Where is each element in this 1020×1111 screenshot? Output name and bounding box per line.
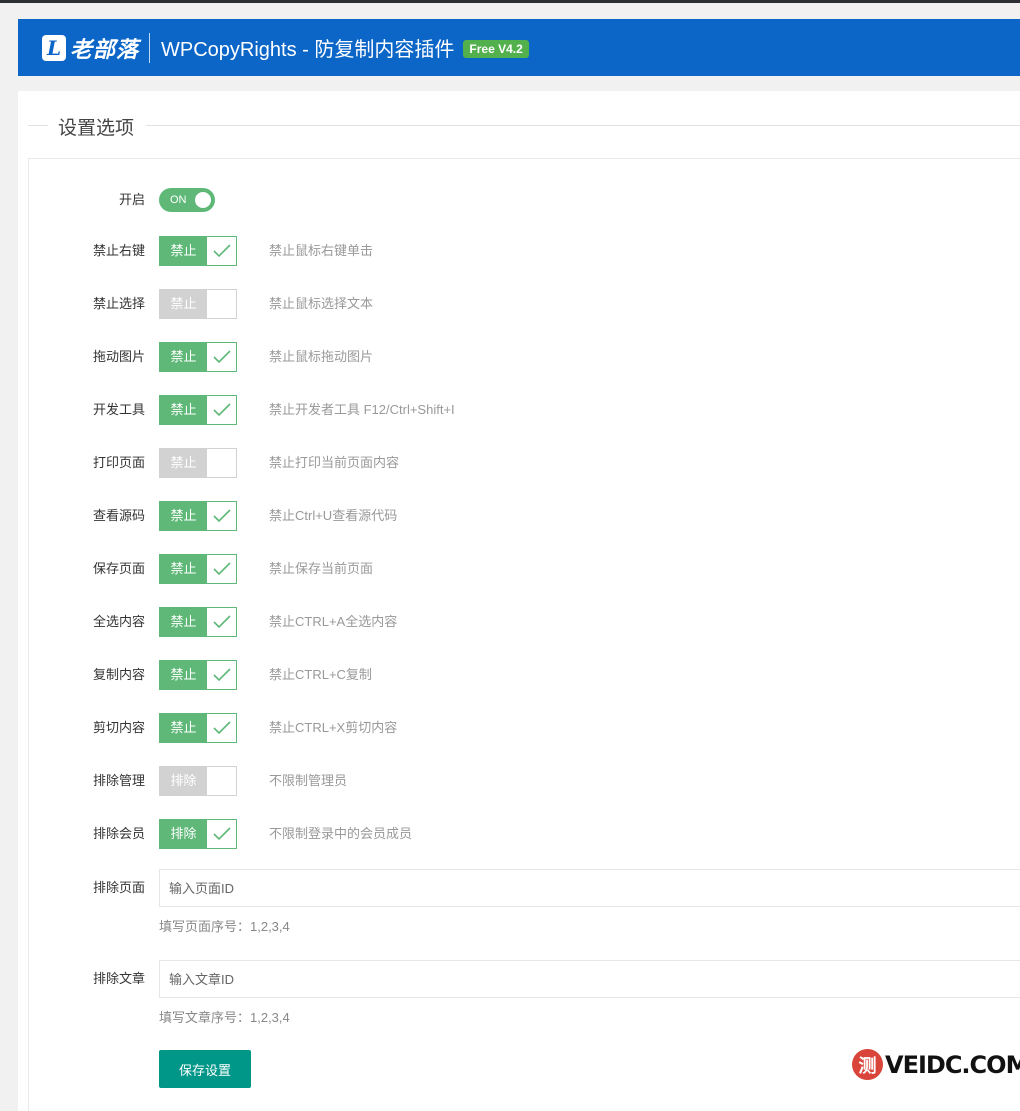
option-label: 排除会员 [92,826,145,841]
checkbox-tag: 禁止 [160,449,207,477]
settings-form: 开启 ON 禁止右键 禁止 禁止鼠标右键单击 禁止选择 禁止 禁止鼠标选择文本 拖动图片 禁止… [28,158,1020,1111]
option-description: 禁止CTRL+X剪切内容 [269,720,398,735]
option-description: 禁止打印当前页面内容 [269,455,400,470]
option-row-select: 禁止选择 禁止 禁止鼠标选择文本 [29,289,1020,319]
checkbox-tag: 排除 [160,820,207,848]
check-icon [213,403,231,417]
option-checkbox-cut[interactable]: 禁止 [159,713,237,743]
exclude-posts-help: 填写文章序号：1,2,3,4 [159,1010,290,1025]
checkbox-tag: 禁止 [160,502,207,530]
option-checkbox-save-page[interactable]: 禁止 [159,554,237,584]
switch-knob [195,192,211,208]
check-icon [213,615,231,629]
exclude-posts-input[interactable] [159,960,1020,998]
watermark-mark: 测 [852,1049,883,1080]
option-row-drag-image: 拖动图片 禁止 禁止鼠标拖动图片 [29,342,1020,372]
settings-panel: 设置选项 开启 ON 禁止右键 禁止 禁止鼠标右键单击 禁止选择 禁止 禁止鼠标选择文本拖… [18,91,1020,1111]
option-description: 禁止CTRL+C复制 [269,667,372,682]
checkbox-tag: 禁止 [160,396,207,424]
checkbox-tag: 排除 [160,767,207,795]
enable-switch-state: ON [170,194,187,206]
checkbox-tag: 禁止 [160,237,207,265]
check-icon [213,562,231,576]
option-label: 查看源码 [92,508,145,523]
enable-row: 开启 ON [29,187,1020,213]
option-row-print: 打印页面 禁止 禁止打印当前页面内容 [29,448,1020,478]
check-icon [213,721,231,735]
version-badge: Free V4.2 [463,40,529,58]
option-description: 禁止鼠标选择文本 [269,296,374,311]
option-description: 禁止鼠标拖动图片 [269,349,374,364]
check-icon [213,509,231,523]
legend-divider-right [146,125,1020,126]
legend-divider-left [28,125,48,126]
check-icon [213,350,231,364]
plugin-title: WPCopyRights - 防复制内容插件 [161,39,455,61]
option-label: 打印页面 [92,455,145,470]
check-icon [213,668,231,682]
option-row-copy: 复制内容 禁止 禁止CTRL+C复制 [29,660,1020,690]
option-label: 拖动图片 [92,349,145,364]
option-checkbox-copy[interactable]: 禁止 [159,660,237,690]
header-divider [149,32,151,63]
checkbox-tag: 禁止 [160,714,207,742]
enable-switch[interactable]: ON [159,188,215,212]
option-row-exclude-admin: 排除管理 排除 不限制管理员 [29,766,1020,796]
option-row-save-page: 保存页面 禁止 禁止保存当前页面 [29,554,1020,584]
option-checkbox-exclude-admin[interactable]: 排除 [159,766,237,796]
option-row-devtools: 开发工具 禁止 禁止开发者工具 F12/Ctrl+Shift+I [29,395,1020,425]
option-row-select-all: 全选内容 禁止 禁止CTRL+A全选内容 [29,607,1020,637]
window-top-bar [0,0,1020,3]
option-label: 禁止选择 [92,296,145,311]
section-title: 设置选项 [58,118,135,139]
save-settings-button[interactable]: 保存设置 [159,1050,251,1088]
check-icon [213,244,231,258]
option-description: 不限制管理员 [269,773,348,788]
option-description: 禁止开发者工具 F12/Ctrl+Shift+I [269,402,455,417]
option-row-exclude-member: 排除会员 排除 不限制登录中的会员成员 [29,819,1020,849]
option-checkbox-select[interactable]: 禁止 [159,289,237,319]
option-row-right-click: 禁止右键 禁止 禁止鼠标右键单击 [29,236,1020,266]
option-checkbox-exclude-member[interactable]: 排除 [159,819,237,849]
watermark: 测 VEIDC.COM [852,1049,1020,1080]
option-checkbox-select-all[interactable]: 禁止 [159,607,237,637]
option-description: 不限制登录中的会员成员 [269,826,413,841]
option-description: 禁止保存当前页面 [269,561,374,576]
option-label: 保存页面 [92,561,145,576]
checkbox-tag: 禁止 [160,661,207,689]
option-checkbox-print[interactable]: 禁止 [159,448,237,478]
option-row-view-source: 查看源码 禁止 禁止Ctrl+U查看源代码 [29,501,1020,531]
exclude-pages-label: 排除页面 [92,880,145,895]
option-label: 复制内容 [92,667,145,682]
watermark-text: VEIDC.COM [885,1050,1020,1079]
checkbox-tag: 禁止 [160,555,207,583]
exclude-pages-row: 排除页面 [29,869,1020,909]
exclude-posts-row: 排除文章 [29,960,1020,1000]
logo: L 老部落 [42,19,139,76]
option-description: 禁止CTRL+A全选内容 [269,614,398,629]
plugin-header: L 老部落 WPCopyRights - 防复制内容插件 Free V4.2 [18,19,1020,76]
option-label: 开发工具 [92,402,145,417]
exclude-pages-help: 填写页面序号：1,2,3,4 [159,919,290,934]
option-description: 禁止Ctrl+U查看源代码 [269,508,398,523]
logo-mark: L [42,34,66,61]
option-label: 全选内容 [92,614,145,629]
option-description: 禁止鼠标右键单击 [269,243,374,258]
option-checkbox-drag-image[interactable]: 禁止 [159,342,237,372]
option-label: 禁止右键 [92,243,145,258]
checkbox-tag: 禁止 [160,290,207,318]
exclude-posts-label: 排除文章 [92,971,145,986]
logo-text: 老部落 [70,36,140,63]
option-checkbox-right-click[interactable]: 禁止 [159,236,237,266]
exclude-pages-input[interactable] [159,869,1020,907]
option-label: 排除管理 [92,773,145,788]
enable-label: 开启 [118,192,145,207]
option-checkbox-view-source[interactable]: 禁止 [159,501,237,531]
option-row-cut: 剪切内容 禁止 禁止CTRL+X剪切内容 [29,713,1020,743]
checkbox-tag: 禁止 [160,608,207,636]
checkbox-tag: 禁止 [160,343,207,371]
check-icon [213,827,231,841]
option-checkbox-devtools[interactable]: 禁止 [159,395,237,425]
option-label: 剪切内容 [92,720,145,735]
